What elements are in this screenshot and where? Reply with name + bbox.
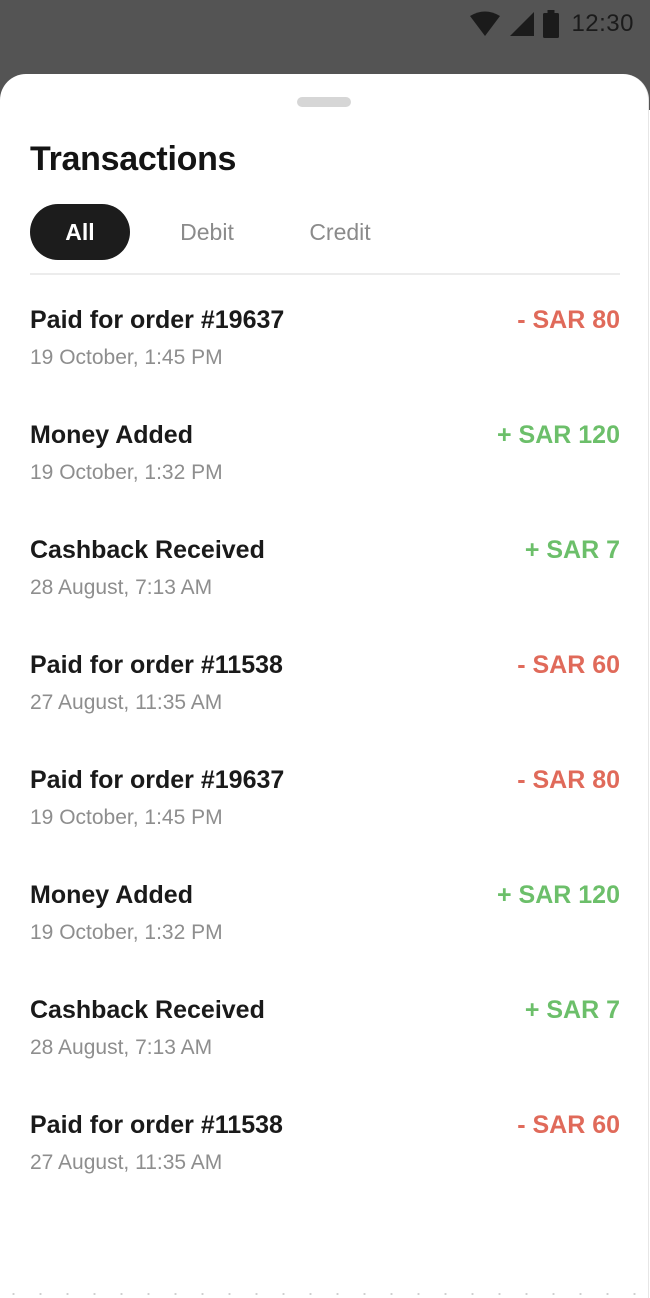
transaction-amount: + SAR 7 bbox=[524, 996, 620, 1024]
filter-tabs: All Debit Credit bbox=[30, 204, 396, 260]
transaction-title: Cashback Received bbox=[30, 536, 265, 564]
transaction-item[interactable]: Cashback Received 28 August, 7:13 AM + S… bbox=[30, 996, 620, 1111]
transactions-sheet: Transactions All Debit Credit Paid for o… bbox=[0, 74, 649, 1298]
transaction-amount: + SAR 7 bbox=[524, 536, 620, 564]
transaction-amount: - SAR 80 bbox=[517, 306, 620, 334]
transaction-item[interactable]: Paid for order #11538 27 August, 11:35 A… bbox=[30, 1111, 620, 1226]
transaction-item[interactable]: Money Added 19 October, 1:32 PM + SAR 12… bbox=[30, 421, 620, 536]
transaction-date: 19 October, 1:32 PM bbox=[30, 461, 223, 484]
tab-all[interactable]: All bbox=[30, 204, 130, 260]
transaction-date: 28 August, 7:13 AM bbox=[30, 1036, 213, 1059]
transaction-title: Paid for order #19637 bbox=[30, 766, 285, 794]
transaction-amount: + SAR 120 bbox=[497, 881, 620, 909]
transaction-amount: - SAR 60 bbox=[517, 651, 620, 679]
transaction-title: Paid for order #11538 bbox=[30, 651, 283, 679]
transaction-title: Money Added bbox=[30, 881, 193, 909]
transaction-title: Paid for order #11538 bbox=[30, 1111, 283, 1139]
tabs-divider bbox=[30, 273, 620, 275]
drag-handle[interactable] bbox=[297, 97, 351, 107]
transaction-amount: - SAR 80 bbox=[517, 766, 620, 794]
transaction-item[interactable]: Paid for order #19637 19 October, 1:45 P… bbox=[30, 306, 620, 421]
transaction-date: 19 October, 1:45 PM bbox=[30, 806, 223, 829]
battery-icon bbox=[543, 10, 560, 38]
transaction-item[interactable]: Money Added 19 October, 1:32 PM + SAR 12… bbox=[30, 881, 620, 996]
transaction-item[interactable]: Paid for order #11538 27 August, 11:35 A… bbox=[30, 651, 620, 766]
tab-debit[interactable]: Debit bbox=[130, 204, 284, 260]
transaction-date: 28 August, 7:13 AM bbox=[30, 576, 213, 599]
transaction-date: 27 August, 11:35 AM bbox=[30, 691, 223, 714]
page-title: Transactions bbox=[30, 140, 237, 178]
transaction-date: 27 August, 11:35 AM bbox=[30, 1151, 223, 1174]
status-time: 12:30 bbox=[571, 10, 634, 37]
status-icons: 12:30 bbox=[469, 8, 634, 40]
transaction-amount: - SAR 60 bbox=[517, 1111, 620, 1139]
wifi-icon bbox=[470, 11, 501, 36]
bottom-dotted-line bbox=[0, 1293, 650, 1295]
transaction-title: Cashback Received bbox=[30, 996, 265, 1024]
transaction-date: 19 October, 1:32 PM bbox=[30, 921, 223, 944]
transaction-date: 19 October, 1:45 PM bbox=[30, 346, 223, 369]
transaction-title: Paid for order #19637 bbox=[30, 306, 285, 334]
transaction-item[interactable]: Cashback Received 28 August, 7:13 AM + S… bbox=[30, 536, 620, 651]
signal-icon bbox=[510, 12, 535, 36]
transaction-item[interactable]: Paid for order #19637 19 October, 1:45 P… bbox=[30, 766, 620, 881]
transaction-amount: + SAR 120 bbox=[497, 421, 620, 449]
screen: 12:30 Transactions All Debit Credit Paid… bbox=[0, 0, 650, 1298]
transaction-title: Money Added bbox=[30, 421, 193, 449]
tab-credit[interactable]: Credit bbox=[284, 204, 396, 260]
transaction-list: Paid for order #19637 19 October, 1:45 P… bbox=[30, 306, 620, 1226]
